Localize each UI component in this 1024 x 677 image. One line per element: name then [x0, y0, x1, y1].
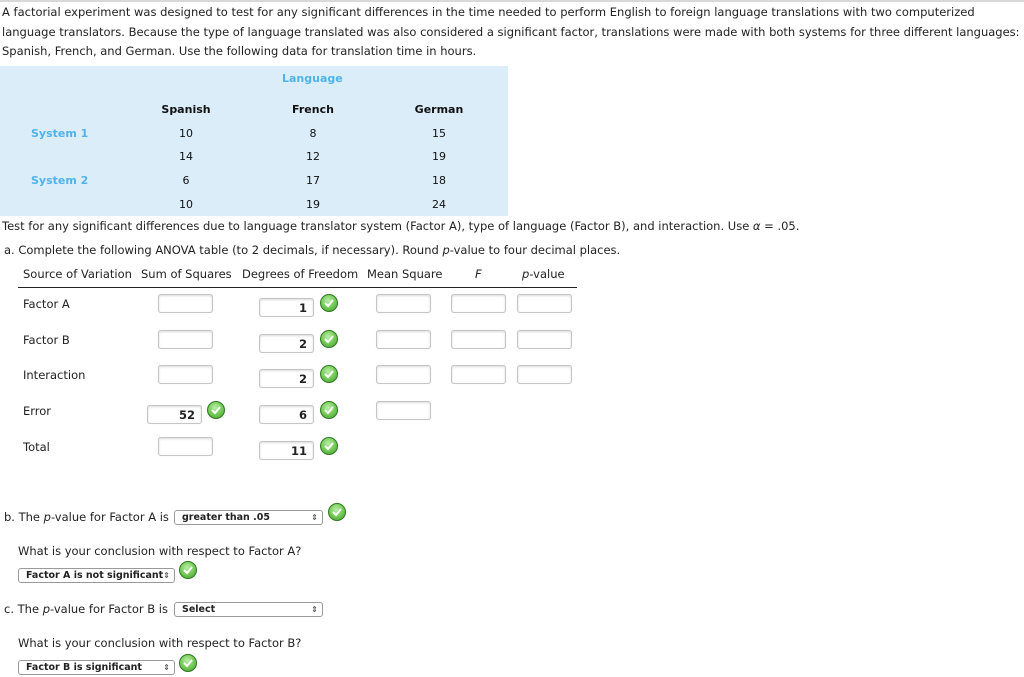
- total-df-input[interactable]: 11: [259, 441, 314, 460]
- language-group-header: Language: [282, 72, 343, 85]
- factor-b-conclusion-selected: Factor B is significant: [26, 662, 142, 673]
- select-arrows-icon: ⇕: [311, 513, 318, 522]
- part-c-p: p: [42, 602, 50, 616]
- correct-check-icon: [320, 294, 338, 312]
- test-instruction: Test for any significant differences due…: [2, 219, 799, 233]
- header-source: Source of Variation: [23, 267, 132, 281]
- error-df-input[interactable]: 6: [259, 405, 314, 424]
- interaction-ss-input[interactable]: [158, 365, 213, 384]
- correct-check-icon: [320, 437, 338, 455]
- header-divider: [18, 287, 577, 288]
- header-p-value: p-value: [522, 267, 565, 281]
- select-arrows-icon: ⇕: [311, 605, 318, 614]
- factor-a-pvalue-selected: greater than .05: [182, 512, 270, 523]
- factor-b-pvalue-select[interactable]: Select ⇕: [174, 602, 323, 617]
- error-ms-input[interactable]: [376, 401, 431, 420]
- total-ss-input[interactable]: [158, 437, 213, 456]
- part-a-instruction: a. Complete the following ANOVA table (t…: [4, 243, 620, 257]
- factor-a-f-input[interactable]: [451, 294, 506, 313]
- factor-a-ms-input[interactable]: [376, 294, 431, 313]
- error-ss-input[interactable]: 52: [147, 405, 202, 424]
- row-label-factor-a: Factor A: [23, 297, 70, 311]
- row-header-system-1: System 1: [31, 127, 89, 140]
- interaction-df-input[interactable]: 2: [259, 369, 314, 388]
- correct-check-icon: [320, 330, 338, 348]
- data-cell: 19: [432, 150, 446, 163]
- factor-b-ms-input[interactable]: [376, 330, 431, 349]
- data-cell: 8: [309, 127, 317, 140]
- factor-a-conclusion-question: What is your conclusion with respect to …: [18, 544, 302, 558]
- factor-b-df-input[interactable]: 2: [259, 334, 314, 353]
- factor-a-conclusion-selected: Factor A is not significant: [26, 570, 164, 581]
- data-cell: 17: [306, 174, 320, 187]
- part-b-question: b. The p-value for Factor A is: [4, 510, 169, 524]
- part-b-suffix: -value for Factor A is: [50, 510, 169, 524]
- factor-a-conclusion-select[interactable]: Factor A is not significant ⇕: [18, 568, 175, 583]
- part-c-suffix: -value for Factor B is: [50, 602, 168, 616]
- column-header-spanish: Spanish: [161, 103, 211, 116]
- interaction-ms-input[interactable]: [376, 365, 431, 384]
- row-label-interaction: Interaction: [23, 368, 86, 382]
- correct-check-icon: [179, 561, 197, 579]
- data-cell: 10: [179, 127, 193, 140]
- header-p-suffix: -value: [529, 267, 565, 281]
- translation-data-table: Language Spanish French German System 1 …: [0, 66, 508, 216]
- part-c-question: c. The p-value for Factor B is: [4, 602, 168, 616]
- column-header-french: French: [292, 103, 334, 116]
- column-header-german: German: [414, 103, 464, 116]
- header-sum-of-squares: Sum of Squares: [141, 267, 232, 281]
- alpha-symbol: α: [752, 219, 761, 233]
- top-border: [0, 0, 1024, 2]
- part-a-suffix: -value to four decimal places.: [449, 243, 621, 257]
- data-cell: 12: [306, 150, 320, 163]
- row-label-error: Error: [23, 404, 52, 418]
- interaction-f-input[interactable]: [451, 365, 506, 384]
- factor-b-p-input[interactable]: [517, 330, 572, 349]
- correct-check-icon: [179, 654, 197, 672]
- correct-check-icon: [320, 401, 338, 419]
- correct-check-icon: [207, 401, 225, 419]
- header-mean-square: Mean Square: [367, 267, 443, 281]
- part-b-p: p: [43, 510, 51, 524]
- problem-intro: A factorial experiment was designed to t…: [2, 5, 1020, 58]
- factor-b-ss-input[interactable]: [158, 330, 213, 349]
- factor-a-p-input[interactable]: [517, 294, 572, 313]
- test-instruction-text: Test for any significant differences due…: [2, 219, 753, 233]
- select-arrows-icon: ⇕: [163, 663, 170, 672]
- factor-b-pvalue-selected: Select: [182, 604, 216, 615]
- data-cell: 10: [179, 198, 193, 211]
- select-arrows-icon: ⇕: [163, 571, 170, 580]
- factor-a-pvalue-select[interactable]: greater than .05 ⇕: [174, 510, 323, 525]
- correct-check-icon: [328, 503, 346, 521]
- factor-a-ss-input[interactable]: [158, 294, 213, 313]
- row-label-factor-b: Factor B: [23, 333, 70, 347]
- part-a-prefix: a. Complete the following ANOVA table (t…: [4, 243, 443, 257]
- alpha-value: = .05.: [760, 219, 800, 233]
- row-label-total: Total: [23, 440, 50, 454]
- factor-b-conclusion-question: What is your conclusion with respect to …: [18, 636, 302, 650]
- data-cell: 6: [182, 174, 190, 187]
- header-degrees-of-freedom: Degrees of Freedom: [242, 267, 359, 281]
- data-cell: 24: [432, 198, 446, 211]
- data-cell: 19: [306, 198, 320, 211]
- correct-check-icon: [320, 365, 338, 383]
- data-cell: 18: [432, 174, 446, 187]
- data-cell: 15: [432, 127, 446, 140]
- row-header-system-2: System 2: [31, 174, 89, 187]
- part-b-prefix: b. The: [4, 510, 44, 524]
- factor-a-df-input[interactable]: 1: [259, 298, 314, 317]
- part-a-p: p: [442, 243, 450, 257]
- interaction-p-input[interactable]: [517, 365, 572, 384]
- factor-b-conclusion-select[interactable]: Factor B is significant ⇕: [18, 660, 175, 675]
- part-c-prefix: c. The: [4, 602, 43, 616]
- data-cell: 14: [179, 150, 193, 163]
- header-f: F: [475, 267, 482, 281]
- factor-b-f-input[interactable]: [451, 330, 506, 349]
